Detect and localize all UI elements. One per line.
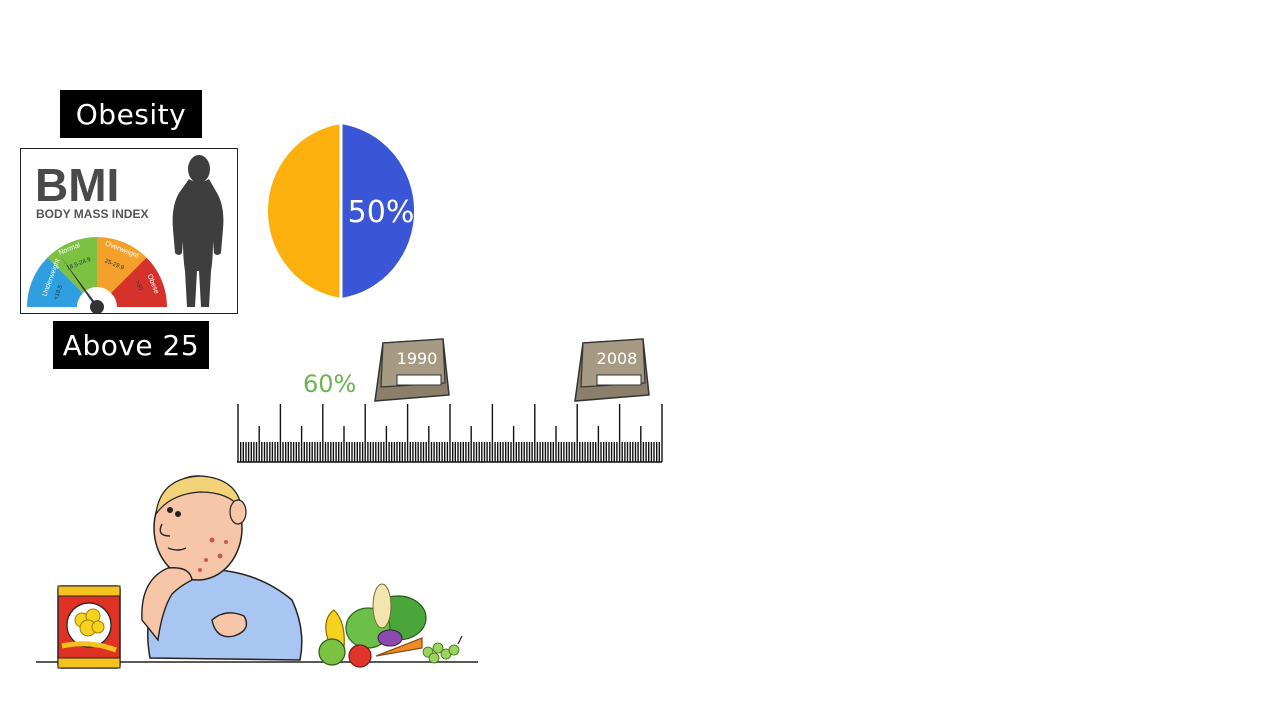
body-silhouette-icon [172, 155, 224, 307]
bmi-threshold-label: Above 25 [53, 321, 209, 369]
bmi-subtitle: BODY MASS INDEX [36, 207, 148, 221]
chips-bag-icon [57, 585, 121, 669]
man-thinking-icon [141, 475, 303, 661]
eating-scene [36, 475, 478, 669]
bmi-gauge-icon: Underweight Normal Overweight Obese <18.… [27, 237, 167, 313]
timeline: 1990 2008 [237, 338, 663, 463]
pie-chart: 50% [267, 122, 415, 300]
obesity-label: Obesity [60, 90, 202, 138]
bmi-card: BMI BODY MASS INDEX Underweight Normal O… [20, 148, 238, 314]
pie-slice-left [267, 124, 341, 298]
calendar-2008-icon: 2008 [574, 338, 650, 402]
bmi-title: BMI [35, 159, 119, 211]
calendar-1990-icon: 1990 [374, 338, 450, 402]
calendar-year-1990: 1990 [397, 349, 438, 368]
pie-label: 50% [348, 195, 415, 230]
ruler [237, 404, 663, 462]
vegetables-icon [318, 583, 463, 668]
calendar-year-2008: 2008 [597, 349, 638, 368]
